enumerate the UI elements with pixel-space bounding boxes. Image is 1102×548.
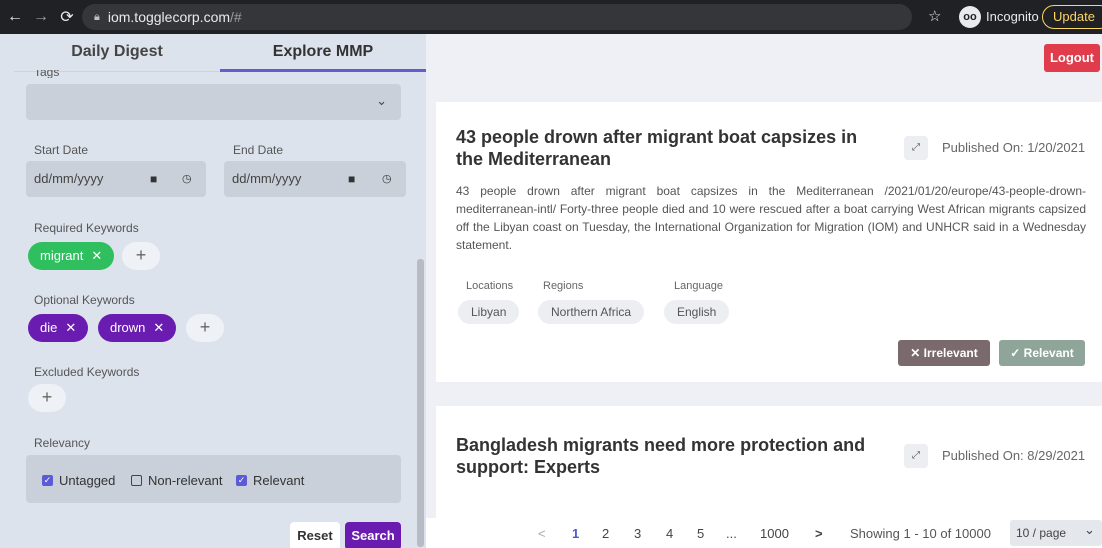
regions-label: Regions [543, 280, 584, 292]
article-body: 43 people drown after migrant boat capsi… [456, 184, 1086, 252]
start-date-input[interactable]: dd/mm/yyyy ■ ◷ [26, 161, 206, 197]
prev-page-icon[interactable]: < [538, 526, 546, 541]
irrelevant-label: Irrelevant [923, 346, 978, 360]
filter-sidebar: Daily Digest Explore MMP Tags ⌄ Start Da… [0, 34, 426, 548]
add-excluded-keyword-button[interactable]: + [28, 384, 66, 412]
close-icon[interactable]: ✕ [153, 320, 164, 335]
pagination: < 1 2 3 4 5 ... 1000 > Showing 1 - 10 of… [426, 518, 1102, 548]
keyword-chip-label: migrant [40, 248, 84, 263]
language-tag: English [664, 300, 730, 324]
end-date-input[interactable]: dd/mm/yyyy ■ ◷ [224, 161, 406, 197]
excluded-keywords-label: Excluded Keywords [34, 365, 140, 379]
clock-icon[interactable]: ◷ [382, 161, 392, 197]
article-title[interactable]: 43 people drown after migrant boat capsi… [456, 126, 886, 170]
page-size-value: 10 / page [1016, 526, 1067, 540]
expand-icon[interactable]: ⤢ [904, 444, 928, 468]
calendar-icon[interactable]: ■ [150, 161, 157, 197]
expand-icon[interactable]: ⤢ [904, 136, 928, 160]
chevron-down-icon: ⌄ [1084, 522, 1095, 537]
untagged-label: Untagged [59, 473, 116, 488]
tab-daily-digest[interactable]: Daily Digest [14, 34, 220, 72]
add-optional-keyword-button[interactable]: + [186, 314, 224, 342]
forward-icon[interactable]: → [30, 8, 52, 26]
non-relevant-checkbox[interactable]: Non-relevant [131, 473, 222, 488]
irrelevant-button[interactable]: ✕ Irrelevant [898, 340, 990, 366]
update-button[interactable]: Update [1042, 5, 1102, 29]
published-date: Published On: 8/29/2021 [942, 448, 1086, 463]
keyword-chip-drown: drown ✕ [98, 314, 177, 342]
check-icon: ✓ [1010, 346, 1024, 360]
published-date: Published On: 1/20/2021 [942, 140, 1086, 155]
next-page-icon[interactable]: > [815, 526, 823, 541]
page-size-select[interactable]: 10 / page ⌄ [1010, 520, 1102, 546]
close-icon: ✕ [910, 346, 924, 360]
language-label: Language [674, 280, 723, 292]
page-2[interactable]: 2 [602, 526, 609, 541]
lock-icon: 🔒︎ [94, 10, 100, 23]
reset-button[interactable]: Reset [290, 522, 340, 548]
sidebar-scrollbar[interactable] [417, 259, 424, 547]
reload-icon[interactable]: ⟳ [56, 7, 78, 27]
end-date-placeholder: dd/mm/yyyy [232, 171, 302, 186]
close-icon[interactable]: ✕ [65, 320, 76, 335]
location-tag: Libyan [458, 300, 520, 324]
page-5[interactable]: 5 [697, 526, 704, 541]
tab-explore-mmp[interactable]: Explore MMP [220, 34, 426, 72]
page-1[interactable]: 1 [572, 526, 579, 541]
showing-count: Showing 1 - 10 of 10000 [850, 526, 991, 541]
optional-keywords-label: Optional Keywords [34, 293, 135, 307]
keyword-chip-die: die ✕ [28, 314, 89, 342]
address-bar[interactable]: 🔒︎ iom.togglecorp.com /# [82, 4, 912, 30]
clock-icon[interactable]: ◷ [182, 161, 192, 197]
relevant-label: Relevant [253, 473, 305, 488]
locations-label: Locations [466, 280, 514, 292]
checkbox-unchecked-icon[interactable] [131, 475, 142, 486]
browser-toolbar: ← → ⟳ 🔒︎ iom.togglecorp.com /# ☆ oo Inco… [0, 0, 1102, 34]
start-date-label: Start Date [34, 143, 89, 157]
relevant-checkbox[interactable]: ✓ Relevant [236, 473, 304, 488]
calendar-icon[interactable]: ■ [348, 161, 355, 197]
url-path: /# [230, 9, 242, 25]
article-title[interactable]: Bangladesh migrants need more protection… [456, 434, 886, 478]
add-required-keyword-button[interactable]: + [122, 242, 160, 270]
relevancy-label: Relevancy [34, 436, 91, 450]
required-keywords-label: Required Keywords [34, 221, 139, 235]
keyword-chip-label: drown [110, 320, 146, 335]
keyword-chip-migrant: migrant ✕ [28, 242, 115, 270]
incognito-label: Incognito [986, 9, 1039, 24]
close-icon[interactable]: ✕ [91, 248, 102, 263]
incognito-icon[interactable]: oo [959, 6, 981, 28]
region-tag: Northern Africa [538, 300, 645, 324]
back-icon[interactable]: ← [4, 8, 26, 26]
start-date-placeholder: dd/mm/yyyy [34, 171, 104, 186]
bookmark-star-icon[interactable]: ☆ [928, 7, 941, 25]
checkbox-checked-icon[interactable]: ✓ [42, 475, 53, 486]
page-4[interactable]: 4 [666, 526, 673, 541]
checkbox-checked-icon[interactable]: ✓ [236, 475, 247, 486]
page-ellipsis[interactable]: ... [726, 526, 737, 541]
end-date-label: End Date [233, 143, 284, 157]
non-relevant-label: Non-relevant [148, 473, 223, 488]
relevant-label: Relevant [1023, 346, 1074, 360]
url-host: iom.togglecorp.com [107, 9, 231, 25]
page-3[interactable]: 3 [634, 526, 641, 541]
relevant-button[interactable]: ✓ Relevant [999, 340, 1085, 366]
logout-button[interactable]: Logout [1044, 44, 1100, 72]
tags-select[interactable]: ⌄ [26, 84, 401, 120]
sidebar-tabs: Daily Digest Explore MMP [14, 34, 426, 72]
page-1000[interactable]: 1000 [760, 526, 789, 541]
chevron-down-icon: ⌄ [376, 93, 387, 108]
relevancy-options: ✓ Untagged Non-relevant ✓ Relevant [26, 455, 401, 503]
main-content: Logout 43 people drown after migrant boa… [426, 34, 1102, 548]
keyword-chip-label: die [40, 320, 58, 335]
untagged-checkbox[interactable]: ✓ Untagged [42, 473, 115, 488]
search-button[interactable]: Search [345, 522, 401, 548]
tags-label: Tags [34, 70, 60, 78]
article-card: 43 people drown after migrant boat capsi… [436, 102, 1102, 382]
